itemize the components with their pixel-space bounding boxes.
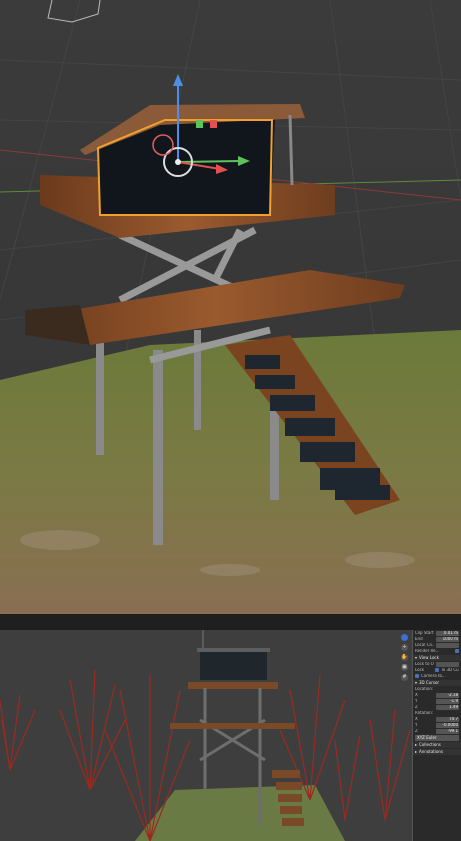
3d-viewport-bottom[interactable]: + ✋ ▣ # Clip Start 0.01 m End 1000 m Loc… [0, 630, 461, 841]
rotation-z-row: Z -99.1 [413, 728, 461, 734]
annotations-header[interactable]: ▸ Annotations [413, 749, 461, 755]
chevron-down-icon: ▾ [415, 655, 418, 660]
chevron-right-icon: ▸ [415, 742, 418, 747]
location-z-axis: Z [415, 705, 418, 709]
rotation-mode-dropdown[interactable]: XYZ Euler [415, 735, 459, 741]
location-y-axis: Y [415, 699, 418, 703]
lock-camera-text: Camera to... [421, 674, 446, 678]
location-x-field[interactable]: -2.18 [435, 692, 459, 698]
cursor-title: 3D Cursor [419, 680, 440, 685]
clip-start-field[interactable]: 0.01 m [435, 630, 459, 636]
lock-cursor-checkbox[interactable] [435, 668, 439, 672]
ortho-grid-icon[interactable]: # [401, 674, 408, 681]
local-camera-label: Local Ca... [415, 643, 434, 647]
lock-camera-checkbox[interactable] [415, 674, 419, 678]
location-x-axis: X [415, 693, 418, 697]
cabin-post [288, 114, 294, 186]
clip-end-field[interactable]: 1000 m [435, 636, 459, 642]
sidebar-n-panel: Clip Start 0.01 m End 1000 m Local Ca...… [412, 630, 461, 841]
pan-hand-icon[interactable]: ✋ [401, 654, 408, 661]
collections-header[interactable]: ▸ Collections [413, 742, 461, 748]
clip-start-label: Clip Start [415, 631, 434, 635]
location-y-field[interactable]: -1.9 [435, 698, 459, 704]
viewport-scene [0, 0, 461, 614]
render-region-checkbox[interactable] [455, 649, 459, 653]
rotation-x-axis: X [415, 717, 418, 721]
view-lock-title: View Lock [419, 655, 439, 660]
lock-object-field[interactable] [435, 661, 459, 667]
rotation-y-axis: Y [415, 723, 418, 727]
location-z-field[interactable]: 1.49 [435, 704, 459, 710]
rotation-z-field[interactable]: -99.1 [435, 728, 459, 734]
local-camera-field[interactable] [435, 642, 459, 648]
render-region-label: Render Re... [415, 649, 440, 653]
rotation-z-axis: Z [415, 729, 418, 733]
chevron-down-icon: ▾ [415, 680, 418, 685]
collections-title: Collections [419, 742, 441, 747]
axis-gizmo-icon[interactable] [401, 634, 408, 641]
location-label: Location: [415, 687, 434, 691]
viewport-divider[interactable] [0, 614, 461, 630]
zoom-icon[interactable]: + [401, 644, 408, 651]
lock-camera-row: Camera to... [413, 673, 461, 679]
viewport-scene-bottom [0, 630, 461, 841]
rotation-label: Rotation: [415, 711, 434, 715]
3d-viewport-top[interactable] [0, 0, 461, 614]
clip-end-label: End [415, 637, 423, 641]
lock-label: Lock [415, 668, 425, 672]
rotation-x-field[interactable]: 74.7 [435, 716, 459, 722]
blender-window: + ✋ ▣ # Clip Start 0.01 m End 1000 m Loc… [0, 0, 461, 841]
annotations-title: Annotations [419, 749, 444, 754]
render-region-row: Render Re... [413, 648, 461, 654]
chevron-right-icon: ▸ [415, 749, 418, 754]
rotation-y-field[interactable]: -0.0000 [435, 722, 459, 728]
camera-view-icon[interactable]: ▣ [401, 664, 408, 671]
navigation-gizmo: + ✋ ▣ # [401, 634, 409, 684]
lock-cursor-text: To 3D Cur... [441, 668, 459, 672]
lock-object-label: Lock to Ob... [415, 662, 434, 666]
